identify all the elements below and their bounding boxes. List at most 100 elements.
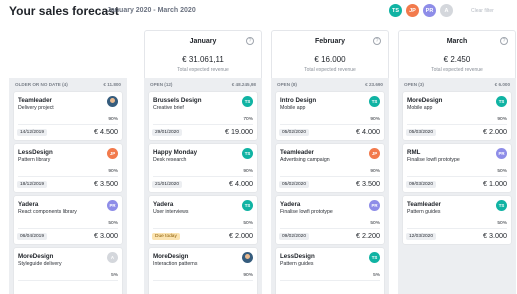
- column-title: OPEN (12): [150, 81, 173, 87]
- info-icon[interactable]: ?: [246, 37, 254, 45]
- deal-company: Teamleader: [407, 201, 441, 208]
- deal-date: 14/12/2019: [17, 129, 48, 136]
- info-icon[interactable]: ?: [500, 37, 508, 45]
- info-icon[interactable]: ?: [373, 37, 381, 45]
- column-total: € 11.800: [103, 81, 121, 87]
- clear-filter-button[interactable]: Clear filter: [471, 8, 494, 14]
- avatar-filter-a[interactable]: A: [440, 4, 453, 17]
- deal-card[interactable]: Teamleader Advertising campaign JP 90% 0…: [276, 144, 384, 192]
- month-total-label: Total expected revenue: [304, 67, 356, 73]
- deal-probability: 90%: [243, 169, 253, 174]
- deal-title: React components library: [18, 209, 77, 215]
- deal-title: Mobile app: [407, 105, 433, 111]
- deal-card[interactable]: Brussels Design Creative brief TS 70% 29…: [149, 92, 257, 140]
- month-total-label: Total expected revenue: [177, 67, 229, 73]
- avatar-filter-pr[interactable]: PR: [423, 4, 436, 17]
- deal-title: Advertising campaign: [280, 157, 330, 163]
- month-total: € 16.000: [314, 55, 346, 64]
- deal-company: LessDesign: [18, 149, 53, 156]
- deal-card[interactable]: Intro Design Mobile app TS 90% 05/02/202…: [276, 92, 384, 140]
- divider: [280, 228, 380, 229]
- column-total: € 6.000: [494, 81, 510, 87]
- deal-title: Styleguide delivery: [18, 261, 62, 267]
- avatar: TS: [242, 96, 253, 107]
- avatar-filter-ts[interactable]: TS: [389, 4, 402, 17]
- deal-amount: € 2.000: [483, 127, 507, 136]
- column-title: OPEN (8): [277, 81, 297, 87]
- avatar-filter-jp[interactable]: JP: [406, 4, 419, 17]
- deal-amount: € 3.000: [483, 231, 507, 240]
- deal-probability: 50%: [108, 221, 118, 226]
- avatar: TS: [496, 96, 507, 107]
- column-title: OLDER OR NO DATE (4): [15, 81, 68, 87]
- column-march: OPEN (3) € 6.000 MoreDesign Mobile app T…: [398, 78, 516, 294]
- deal-card[interactable]: Yadera Finalise lowfi prototype PR 50% 0…: [276, 196, 384, 244]
- deal-probability: 90%: [370, 169, 380, 174]
- divider: [18, 176, 118, 177]
- deal-title: Finalise lowfi prototype: [407, 157, 460, 163]
- deal-title: Creative brief: [153, 105, 184, 111]
- deal-card[interactable]: Yadera User interviews TS 50% Due today …: [149, 196, 257, 244]
- deal-card[interactable]: Yadera React components library PR 50% 0…: [14, 196, 122, 244]
- deal-card[interactable]: MoreDesign Styleguide delivery A 5%: [14, 248, 122, 294]
- avatar: TS: [369, 252, 380, 263]
- divider: [280, 176, 380, 177]
- column-total: € 23.690: [365, 81, 383, 87]
- avatar: [242, 252, 253, 263]
- deal-amount: € 3.000: [94, 231, 118, 240]
- deal-probability: 90%: [243, 273, 253, 278]
- month-total-label: Total expected revenue: [431, 67, 483, 73]
- date-range[interactable]: January 2020 - March 2020: [107, 7, 196, 14]
- avatar: PR: [496, 148, 507, 159]
- column-header: OPEN (12) € 48.245,98: [144, 78, 262, 90]
- deal-company: Yadera: [153, 201, 174, 208]
- divider: [407, 228, 507, 229]
- divider: [153, 124, 253, 125]
- avatar: JP: [107, 148, 118, 159]
- avatar: PR: [107, 200, 118, 211]
- deal-probability: 70%: [243, 117, 253, 122]
- deal-probability: 90%: [497, 117, 507, 122]
- month-name: February: [315, 38, 345, 45]
- deal-probability: 50%: [497, 221, 507, 226]
- deal-company: Yadera: [280, 201, 301, 208]
- deal-company: Teamleader: [18, 97, 52, 104]
- column-february: OPEN (8) € 23.690 Intro Design Mobile ap…: [271, 78, 389, 294]
- deal-title: Desk research: [153, 157, 187, 163]
- deal-date: 18/12/2019: [17, 181, 48, 188]
- divider: [18, 124, 118, 125]
- deal-date: 09/02/2020: [279, 233, 310, 240]
- avatar: A: [107, 252, 118, 263]
- column-header: OPEN (3) € 6.000: [398, 78, 516, 90]
- column-total: € 48.245,98: [231, 81, 256, 87]
- avatar: TS: [496, 200, 507, 211]
- deal-card[interactable]: RML Finalise lowfi prototype PR 50% 09/0…: [403, 144, 511, 192]
- deal-title: Pattern guides: [407, 209, 441, 215]
- deal-card[interactable]: MoreDesign Interaction patterns 90%: [149, 248, 257, 294]
- deal-probability: 50%: [497, 169, 507, 174]
- deal-card[interactable]: LessDesign Pattern guides TS 5%: [276, 248, 384, 294]
- deal-company: Yadera: [18, 201, 39, 208]
- deal-card[interactable]: Teamleader Pattern guides TS 50% 12/03/2…: [403, 196, 511, 244]
- deal-date: 12/03/2020: [406, 233, 437, 240]
- deal-amount: € 4.000: [356, 127, 380, 136]
- deal-card[interactable]: MoreDesign Mobile app TS 90% 05/03/2020 …: [403, 92, 511, 140]
- deal-amount: € 4.500: [94, 127, 118, 136]
- deal-date: 21/01/2020: [152, 181, 183, 188]
- deal-card[interactable]: Happy Monday Desk research TS 90% 21/01/…: [149, 144, 257, 192]
- deal-title: Interaction patterns: [153, 261, 198, 267]
- divider: [153, 228, 253, 229]
- avatar: TS: [242, 200, 253, 211]
- page-title: Your sales forecast: [9, 4, 119, 18]
- deal-card[interactable]: LessDesign Pattern library JP 90% 18/12/…: [14, 144, 122, 192]
- deal-amount: € 19.000: [225, 127, 253, 136]
- due-today-badge: Due today: [152, 233, 180, 240]
- month-header-march: March ? € 2.450 Total expected revenue: [398, 30, 516, 78]
- deal-card[interactable]: Teamleader Delivery project 90% 14/12/20…: [14, 92, 122, 140]
- deal-amount: € 2.000: [229, 231, 253, 240]
- divider: [18, 228, 118, 229]
- deal-company: MoreDesign: [153, 253, 189, 260]
- deal-probability: 90%: [108, 117, 118, 122]
- deal-date: 05/03/2020: [406, 129, 437, 136]
- month-header-january: January ? € 31.061,11 Total expected rev…: [144, 30, 262, 78]
